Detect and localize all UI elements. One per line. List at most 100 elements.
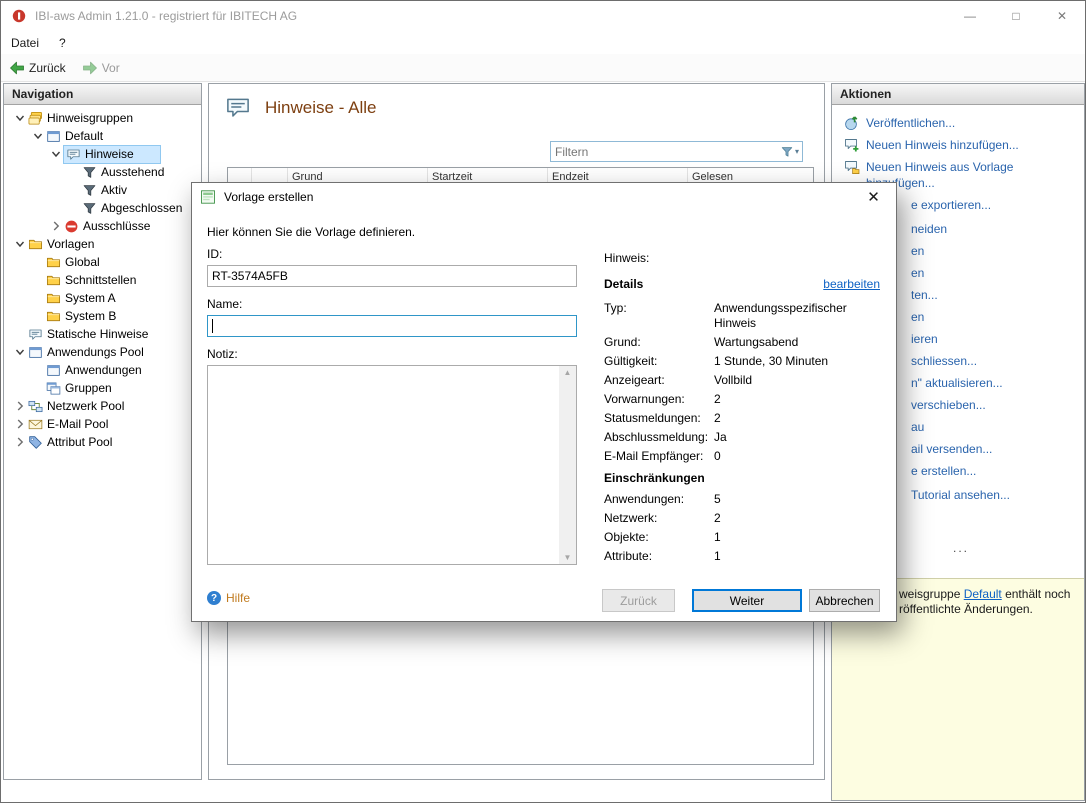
back-button[interactable]: Zurück bbox=[1, 57, 74, 79]
hinweis-details: Typ: Anwendungsspezifischer Hinweis Grund… bbox=[604, 301, 880, 568]
notiz-textarea[interactable]: ▲ ▼ bbox=[207, 365, 577, 565]
default-group-link[interactable]: Default bbox=[964, 587, 1002, 601]
chevron-expanded-icon[interactable] bbox=[12, 344, 28, 360]
folder-stack-icon bbox=[28, 111, 43, 126]
scrollbar[interactable]: ▲ ▼ bbox=[559, 366, 576, 564]
tree-item-anwendungs-pool[interactable]: Anwendungs Pool bbox=[4, 343, 201, 361]
dialog-close-button[interactable]: ✕ bbox=[851, 183, 896, 211]
folder-icon bbox=[46, 273, 61, 288]
chevron-collapsed-icon[interactable] bbox=[12, 416, 28, 432]
detail-row-email-empfaenger: E-Mail Empfänger: 0 bbox=[604, 449, 721, 463]
detail-row-anzeigeart: Anzeigeart: Vollbild bbox=[604, 373, 753, 387]
note-bubble-icon bbox=[66, 147, 81, 162]
hilfe-link[interactable]: ? Hilfe bbox=[207, 591, 250, 605]
network-icon bbox=[28, 399, 43, 414]
publish-icon bbox=[844, 115, 860, 131]
no-entry-icon bbox=[64, 219, 79, 234]
weiter-button[interactable]: Weiter bbox=[692, 589, 802, 612]
folder-icon bbox=[28, 237, 43, 252]
app-window: IBI-aws Admin 1.21.0 - registriert für I… bbox=[0, 0, 1086, 803]
restriction-row-attribute: Attribute: 1 bbox=[604, 549, 721, 563]
filter-box: ▾ bbox=[550, 141, 803, 162]
restriction-row-netzwerk: Netzwerk: 2 bbox=[604, 511, 721, 525]
tree-item-system-b[interactable]: System B bbox=[4, 307, 201, 325]
filter-funnel-icon bbox=[82, 165, 97, 180]
chevron-collapsed-icon[interactable] bbox=[48, 218, 64, 234]
restriction-row-objekte: Objekte: 1 bbox=[604, 530, 721, 544]
form-icon bbox=[200, 189, 216, 205]
tree-item-hinweisgruppen[interactable]: Hinweisgruppen bbox=[4, 109, 201, 127]
name-input[interactable] bbox=[207, 315, 577, 337]
chevron-collapsed-icon[interactable] bbox=[12, 398, 28, 414]
titlebar: IBI-aws Admin 1.21.0 - registriert für I… bbox=[1, 1, 1085, 31]
detail-row-statusmeldungen: Statusmeldungen: 2 bbox=[604, 411, 721, 425]
tree-item-attribut-pool[interactable]: Attribut Pool bbox=[4, 433, 201, 451]
close-button[interactable]: ✕ bbox=[1039, 1, 1085, 31]
einschraenkungen-header: Einschränkungen bbox=[604, 471, 705, 485]
window-icon bbox=[46, 363, 61, 378]
scroll-up-icon[interactable]: ▲ bbox=[564, 368, 572, 377]
menu-datei[interactable]: Datei bbox=[1, 33, 49, 53]
window-icon bbox=[46, 129, 61, 144]
tree-item-hinweise[interactable]: Hinweise bbox=[4, 144, 201, 164]
chevron-expanded-icon[interactable] bbox=[30, 128, 46, 144]
chevron-collapsed-icon[interactable] bbox=[12, 434, 28, 450]
toolbar: Zurück Vor bbox=[1, 54, 1085, 82]
abbrechen-button[interactable]: Abbrechen bbox=[809, 589, 880, 612]
zurueck-button[interactable]: Zurück bbox=[602, 589, 675, 612]
tree-item-email-pool[interactable]: E-Mail Pool bbox=[4, 415, 201, 433]
tree-item-statische-hinweise[interactable]: Statische Hinweise bbox=[4, 325, 201, 343]
detail-row-gueltigkeit: Gültigkeit: 1 Stunde, 30 Minuten bbox=[604, 354, 829, 368]
action-item-neuen-hinweis-hinzufuegen[interactable]: Neuen Hinweis hinzufügen... bbox=[844, 137, 1078, 153]
forward-button[interactable]: Vor bbox=[74, 57, 128, 79]
navigation-tree: Hinweisgruppen Default Hinweise Ausstehe… bbox=[4, 105, 201, 451]
tree-item-anwendungen[interactable]: Anwendungen bbox=[4, 361, 201, 379]
tree-item-global[interactable]: Global bbox=[4, 253, 201, 271]
menu-help[interactable]: ? bbox=[49, 33, 76, 53]
filter-dropdown-icon[interactable]: ▾ bbox=[795, 147, 799, 156]
id-input[interactable] bbox=[207, 265, 577, 287]
tree-item-aktiv[interactable]: Aktiv bbox=[4, 181, 201, 199]
filter-input[interactable] bbox=[551, 144, 780, 159]
tree-item-abgeschlossen[interactable]: Abgeschlossen bbox=[4, 199, 201, 217]
tree-item-netzwerk-pool[interactable]: Netzwerk Pool bbox=[4, 397, 201, 415]
navigation-header: Navigation bbox=[4, 84, 201, 105]
action-item-veroeffentlichen[interactable]: Veröffentlichen... bbox=[844, 115, 1078, 131]
maximize-button[interactable]: □ bbox=[993, 1, 1039, 31]
chevron-expanded-icon[interactable] bbox=[12, 236, 28, 252]
navigation-panel: Navigation Hinweisgruppen Default Hinwei… bbox=[3, 83, 202, 780]
notiz-label: Notiz: bbox=[207, 347, 238, 361]
tree-item-default[interactable]: Default bbox=[4, 127, 201, 145]
vorlage-erstellen-dialog: Vorlage erstellen ✕ Hier können Sie die … bbox=[191, 182, 897, 622]
bubble-template-icon bbox=[844, 159, 860, 175]
hinweis-section-label: Hinweis: bbox=[604, 251, 650, 265]
tree-item-system-a[interactable]: System A bbox=[4, 289, 201, 307]
restriction-row-anwendungen: Anwendungen: 5 bbox=[604, 492, 721, 506]
minimize-button[interactable]: — bbox=[947, 1, 993, 31]
tree-item-ausstehend[interactable]: Ausstehend bbox=[4, 163, 201, 181]
chevron-expanded-icon[interactable] bbox=[48, 146, 64, 162]
note-bubble-icon bbox=[28, 327, 43, 342]
id-label: ID: bbox=[207, 247, 223, 261]
page-title-row: Hinweise - Alle bbox=[223, 94, 377, 121]
detail-row-grund: Grund: Wartungsabend bbox=[604, 335, 799, 349]
chevron-expanded-icon[interactable] bbox=[12, 110, 28, 126]
scroll-down-icon[interactable]: ▼ bbox=[564, 553, 572, 562]
details-header: Details bbox=[604, 277, 644, 291]
filter-funnel-icon[interactable] bbox=[780, 145, 794, 159]
name-label: Name: bbox=[207, 297, 243, 311]
tree-item-schnittstellen[interactable]: Schnittstellen bbox=[4, 271, 201, 289]
tree-item-vorlagen[interactable]: Vorlagen bbox=[4, 235, 201, 253]
folder-icon bbox=[46, 291, 61, 306]
bubble-plus-icon bbox=[844, 137, 860, 153]
page-title: Hinweise - Alle bbox=[265, 97, 377, 117]
bearbeiten-link[interactable]: bearbeiten bbox=[823, 277, 880, 291]
filter-funnel-icon bbox=[82, 201, 97, 216]
note-bubble-icon bbox=[223, 94, 253, 121]
forward-arrow-icon bbox=[82, 60, 98, 76]
tree-item-gruppen[interactable]: Gruppen bbox=[4, 379, 201, 397]
detail-row-typ: Typ: Anwendungsspezifischer Hinweis bbox=[604, 301, 847, 330]
tree-item-ausschluesse[interactable]: Ausschlüsse bbox=[4, 217, 201, 235]
folder-icon bbox=[46, 309, 61, 324]
dialog-title: Vorlage erstellen bbox=[224, 190, 314, 204]
